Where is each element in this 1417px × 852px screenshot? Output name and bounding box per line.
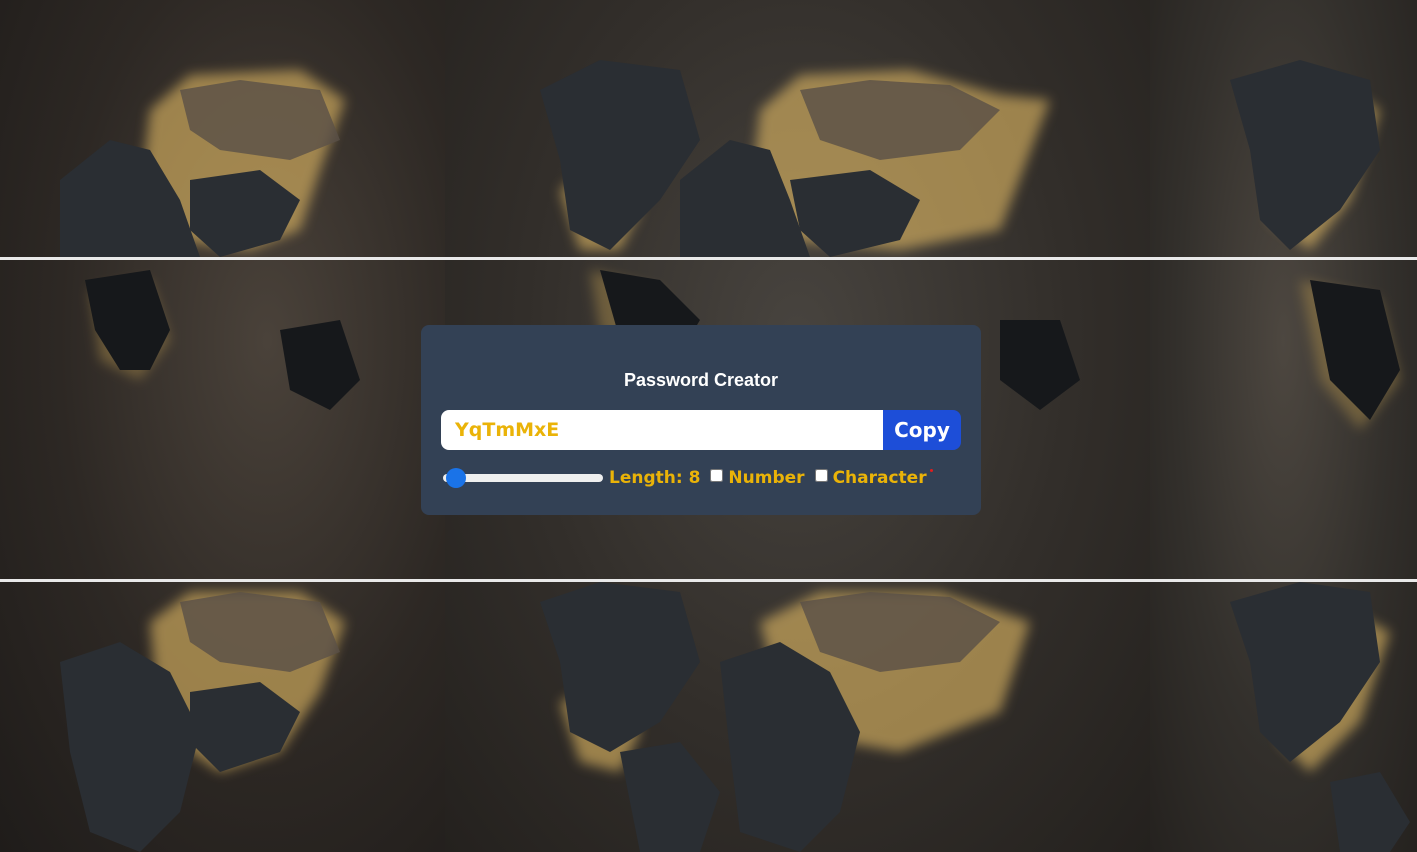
background-band-bottom bbox=[0, 582, 1417, 852]
horizontal-divider bbox=[0, 257, 1417, 260]
character-label: Character bbox=[832, 468, 927, 488]
password-options: Length: 8 Number Character bbox=[441, 465, 927, 491]
horizontal-divider bbox=[0, 579, 1417, 582]
character-checkbox[interactable] bbox=[814, 468, 828, 482]
card-title: Password Creator bbox=[623, 370, 779, 390]
background-band-top bbox=[0, 0, 1417, 257]
number-checkbox[interactable] bbox=[710, 468, 724, 482]
password-field[interactable] bbox=[441, 410, 883, 450]
password-input-row: Copy bbox=[441, 410, 961, 450]
password-creator-card: Password Creator Copy Length: 8 Number C… bbox=[421, 325, 981, 515]
length-slider[interactable] bbox=[443, 474, 603, 482]
length-label: Length: 8 bbox=[609, 468, 701, 488]
world-map-illustration bbox=[60, 582, 1410, 852]
status-dot bbox=[930, 469, 933, 472]
number-label: Number bbox=[728, 468, 805, 488]
world-map-illustration bbox=[60, 60, 1380, 257]
copy-button[interactable]: Copy bbox=[883, 410, 961, 450]
